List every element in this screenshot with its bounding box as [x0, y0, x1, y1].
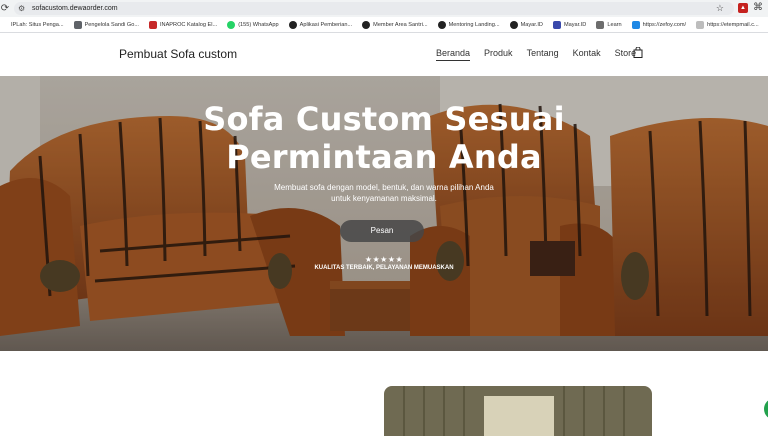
- bookmark-favicon-icon: [288, 20, 297, 29]
- bookmark-label: Mentoring Landing...: [448, 21, 500, 28]
- bookmark-label: https://etempmail.c...: [707, 21, 759, 28]
- hero-title: Sofa Custom Sesuai Permintaan Anda: [0, 100, 768, 176]
- site-title[interactable]: Pembuat Sofa custom: [119, 47, 237, 61]
- rating-stars: ★★★★★: [364, 255, 404, 264]
- bookmark-favicon-icon: [227, 20, 236, 29]
- extensions-icon[interactable]: ⌘: [753, 3, 763, 13]
- bookmark-item[interactable]: Mentoring Landing...: [437, 20, 500, 29]
- bookmark-favicon-icon: [362, 20, 371, 29]
- bookmark-item[interactable]: Pengelola Sandi Go...: [73, 20, 139, 29]
- address-bar[interactable]: ⚙ sofacustom.dewaorder.com ☆: [14, 2, 734, 15]
- bookmark-label: INAPROC Katalog El...: [159, 21, 218, 28]
- hero-section: Sofa Custom Sesuai Permintaan Anda Membu…: [0, 76, 768, 351]
- bookmark-item[interactable]: Member Area Santri...: [362, 20, 428, 29]
- hero-subtitle: Membuat sofa dengan model, bentuk, dan w…: [264, 182, 504, 204]
- nav-link-kontak[interactable]: Kontak: [573, 48, 601, 61]
- hero-title-line-1: Sofa Custom Sesuai: [203, 100, 565, 138]
- bookmark-item[interactable]: Mayar.ID: [509, 20, 543, 29]
- bookmark-favicon-icon: [73, 20, 82, 29]
- bookmark-label: Aplikasi Pemberian...: [299, 21, 353, 28]
- bookmark-favicon-icon: [148, 20, 157, 29]
- nav-link-tentang[interactable]: Tentang: [527, 48, 559, 61]
- pdf-extension-icon[interactable]: ▲: [738, 3, 748, 13]
- main-navigation: Beranda Produk Tentang Kontak Store: [436, 48, 650, 61]
- bookmark-favicon-icon: [509, 20, 518, 29]
- bookmark-item[interactable]: Learn: [596, 20, 622, 29]
- shopping-bag-icon[interactable]: [633, 47, 643, 58]
- hero-subtitle-line-1: Membuat sofa dengan model, bentuk, dan w…: [274, 183, 494, 192]
- bookmark-label: Member Area Santri...: [373, 21, 428, 28]
- product-image: [384, 386, 652, 436]
- nav-link-produk[interactable]: Produk: [484, 48, 513, 61]
- site-header: Pembuat Sofa custom Beranda Produk Tentang…: [0, 33, 768, 76]
- bookmark-star-icon[interactable]: ☆: [716, 2, 724, 15]
- site-info-icon[interactable]: ⚙: [18, 4, 30, 13]
- bookmark-item[interactable]: https://etempmail.c...: [696, 20, 759, 29]
- bookmark-label: (155) WhatsApp: [238, 21, 279, 28]
- nav-link-beranda[interactable]: Beranda: [436, 48, 471, 61]
- bookmarks-bar: IPLah: Situs Penga... Pengelola Sandi Go.…: [0, 17, 768, 33]
- reload-icon[interactable]: ⟳: [0, 0, 10, 17]
- browser-toolbar: ⟳ ⚙ sofacustom.dewaorder.com ☆ ▲ ⌘: [0, 0, 768, 17]
- whatsapp-chat-icon[interactable]: [764, 398, 768, 420]
- bookmark-favicon-icon: [596, 20, 605, 29]
- bookmark-item[interactable]: Mayar.ID: [552, 20, 587, 29]
- bookmark-favicon-icon: [437, 20, 446, 29]
- url-text[interactable]: sofacustom.dewaorder.com: [32, 5, 118, 12]
- bookmark-label: Mayar.ID: [520, 21, 543, 28]
- bookmark-item[interactable]: IPLah: Situs Penga...: [0, 20, 64, 29]
- bookmark-label: Learn: [607, 21, 622, 28]
- hero-subtitle-line-2: untuk kenyamanan maksimal.: [331, 194, 437, 203]
- bookmark-item[interactable]: Aplikasi Pemberian...: [288, 20, 353, 29]
- bookmark-favicon-icon: [631, 20, 640, 29]
- bookmark-favicon-icon: [552, 20, 561, 29]
- bookmark-favicon-icon: [0, 20, 8, 29]
- bookmark-label: Pengelola Sandi Go...: [84, 21, 139, 28]
- bookmark-item[interactable]: (155) WhatsApp: [227, 20, 279, 29]
- bookmark-favicon-icon: [696, 20, 705, 29]
- bookmark-item[interactable]: INAPROC Katalog El...: [148, 20, 218, 29]
- bookmark-label: IPLah: Situs Penga...: [11, 21, 64, 28]
- hero-title-line-2: Permintaan Anda: [226, 138, 542, 176]
- bookmark-label: https://zefoy.com/: [642, 21, 687, 28]
- bookmark-item[interactable]: https://zefoy.com/: [631, 20, 687, 29]
- order-button[interactable]: Pesan: [340, 220, 424, 242]
- bookmark-label: Mayar.ID: [563, 21, 587, 28]
- hero-tagline: KUALITAS TERBAIK, PELAYANAN MEMUASKAN: [314, 265, 454, 271]
